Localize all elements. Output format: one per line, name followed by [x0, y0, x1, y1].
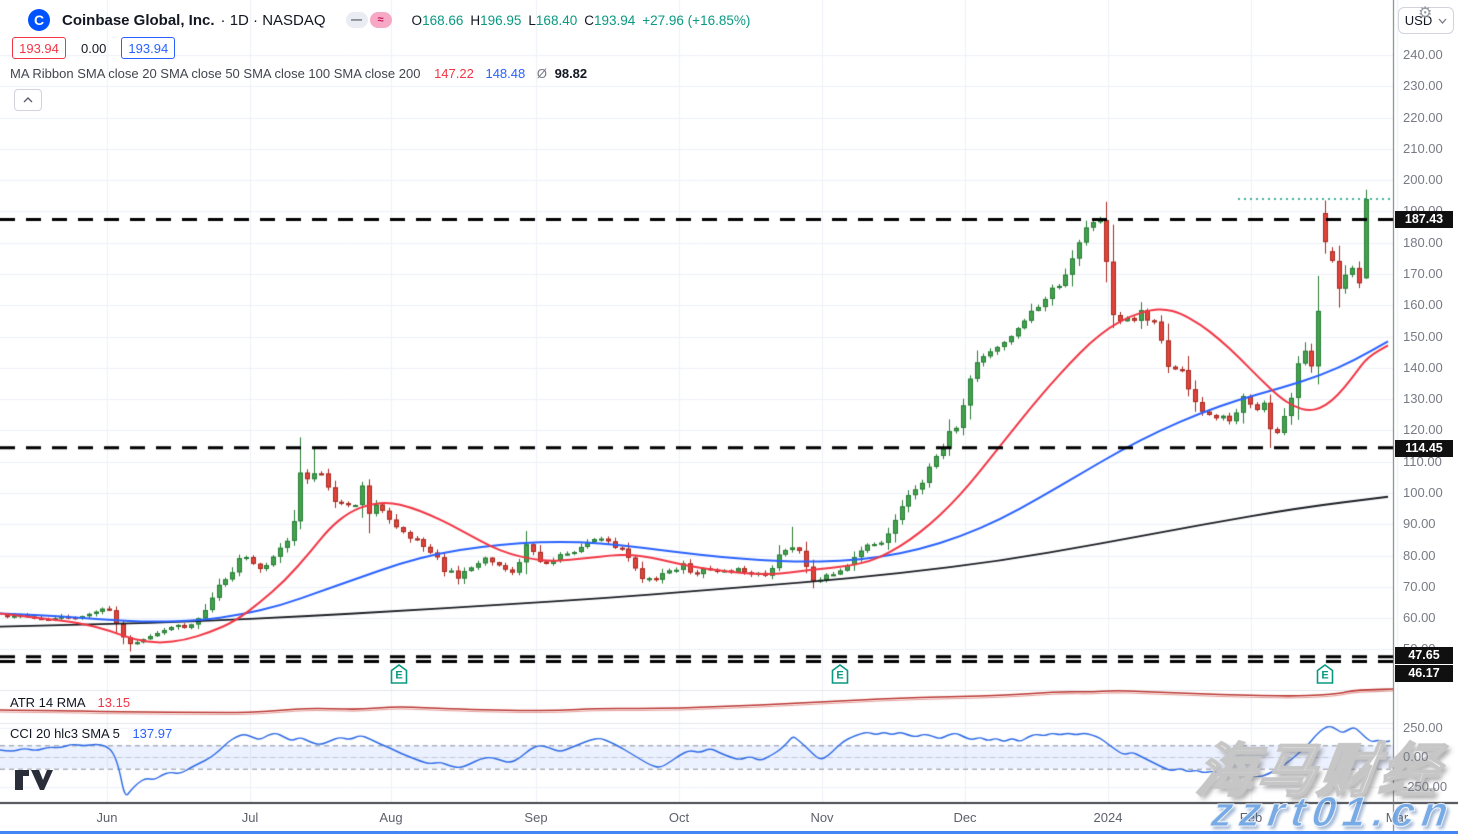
price-level-tag: 46.17	[1395, 665, 1453, 682]
wave-indicator-icon[interactable]: ≈	[370, 12, 392, 28]
price-tick-label: 140.00	[1403, 360, 1443, 375]
time-tick-label: Jun	[97, 810, 118, 825]
price-tick-label: 160.00	[1403, 297, 1443, 312]
time-tick-label: Dec	[953, 810, 976, 825]
time-tick-label: Jul	[242, 810, 259, 825]
price-level-tag: 187.43	[1395, 211, 1453, 228]
change-value: +27.96 (+16.85%)	[642, 13, 750, 28]
tradingview-chart-window: C Coinbase Global, Inc. · 1D · NASDAQ — …	[0, 0, 1458, 834]
price-tick-label: 220.00	[1403, 110, 1443, 125]
atr-value: 13.15	[98, 695, 131, 710]
earnings-marker[interactable]: E	[1317, 664, 1334, 684]
atr-label: ATR 14 RMA	[10, 695, 85, 710]
price-tick-label: 90.00	[1403, 516, 1436, 531]
ma-ribbon-legend[interactable]: MA Ribbon SMA close 20 SMA close 50 SMA …	[10, 66, 587, 84]
symbol-title[interactable]: Coinbase Global, Inc.	[62, 12, 215, 29]
coinbase-logo: C	[28, 9, 50, 31]
price-tick-label: 130.00	[1403, 391, 1443, 406]
svg-text:E: E	[1321, 670, 1328, 682]
chevron-down-icon	[1438, 18, 1447, 24]
symbol-title-row[interactable]: C Coinbase Global, Inc. · 1D · NASDAQ — …	[28, 8, 757, 32]
time-tick-label: Oct	[669, 810, 689, 825]
time-tick-label: 2024	[1094, 810, 1123, 825]
close-key: C	[584, 13, 594, 28]
ma-average-value: 98.82	[555, 66, 588, 81]
price-tick-label: 240.00	[1403, 47, 1443, 62]
chart-canvas[interactable]	[0, 0, 1458, 834]
ma-value-2: 148.48	[485, 66, 525, 81]
legend-pills: — ≈	[346, 12, 392, 28]
watermark-line2: zzrt01.cn	[1209, 788, 1458, 834]
collapse-legend-button[interactable]	[14, 89, 42, 111]
tradingview-logo[interactable]	[14, 768, 54, 792]
price-axis[interactable]: USD 240.00230.00220.00210.00200.00190.00…	[1394, 0, 1458, 834]
ma-value-1: 147.22	[434, 66, 474, 81]
low-value: 168.40	[536, 13, 577, 28]
price-tick-label: 210.00	[1403, 141, 1443, 156]
time-tick-label: Nov	[810, 810, 833, 825]
buy-price-button[interactable]: 193.94	[121, 37, 175, 59]
earnings-marker[interactable]: E	[391, 664, 408, 684]
ma-average-symbol: Ø	[537, 66, 547, 81]
price-level-tag: 47.65	[1395, 647, 1453, 664]
price-tick-label: 60.00	[1403, 610, 1436, 625]
price-tick-label: 170.00	[1403, 266, 1443, 281]
price-level-tag: 114.45	[1395, 440, 1453, 457]
price-tick-label: 200.00	[1403, 172, 1443, 187]
svg-text:E: E	[836, 670, 843, 682]
gear-icon[interactable]: ⚙	[1418, 3, 1432, 23]
price-tick-label: 180.00	[1403, 235, 1443, 250]
ma-ribbon-label: MA Ribbon SMA close 20 SMA close 50 SMA …	[10, 66, 420, 81]
price-tick-label: 120.00	[1403, 422, 1443, 437]
symbol-interval-exchange: · 1D · NASDAQ	[221, 12, 326, 29]
ohlc-values: O168.66 H196.95 L168.40 C193.94 +27.96 (+16.…	[412, 13, 758, 28]
open-key: O	[412, 13, 423, 28]
svg-text:E: E	[395, 670, 402, 682]
cci-tick-label: 250.00	[1403, 720, 1443, 735]
high-key: H	[470, 13, 480, 28]
cci-label: CCI 20 hlc3 SMA 5	[10, 726, 120, 741]
atr-indicator-legend[interactable]: ATR 14 RMA 13.15	[10, 695, 130, 710]
hide-indicator-icon[interactable]: —	[346, 12, 368, 28]
low-key: L	[528, 13, 536, 28]
close-value: 193.94	[594, 13, 635, 28]
cci-indicator-legend[interactable]: CCI 20 hlc3 SMA 5 137.97	[10, 726, 172, 741]
price-tick-label: 100.00	[1403, 485, 1443, 500]
earnings-marker[interactable]: E	[832, 664, 849, 684]
price-tick-label: 150.00	[1403, 329, 1443, 344]
cci-value: 137.97	[132, 726, 172, 741]
bid-ask-row: 193.94 0.00 193.94	[12, 36, 175, 60]
price-tick-label: 230.00	[1403, 78, 1443, 93]
spread-value: 0.00	[81, 41, 106, 56]
time-tick-label: Aug	[379, 810, 402, 825]
open-value: 168.66	[422, 13, 463, 28]
chevron-up-icon	[23, 97, 33, 103]
price-tick-label: 70.00	[1403, 579, 1436, 594]
time-tick-label: Sep	[524, 810, 547, 825]
price-tick-label: 80.00	[1403, 548, 1436, 563]
sell-price-button[interactable]: 193.94	[12, 37, 66, 59]
cci-tick-label: 0.00	[1403, 749, 1428, 764]
high-value: 196.95	[480, 13, 521, 28]
